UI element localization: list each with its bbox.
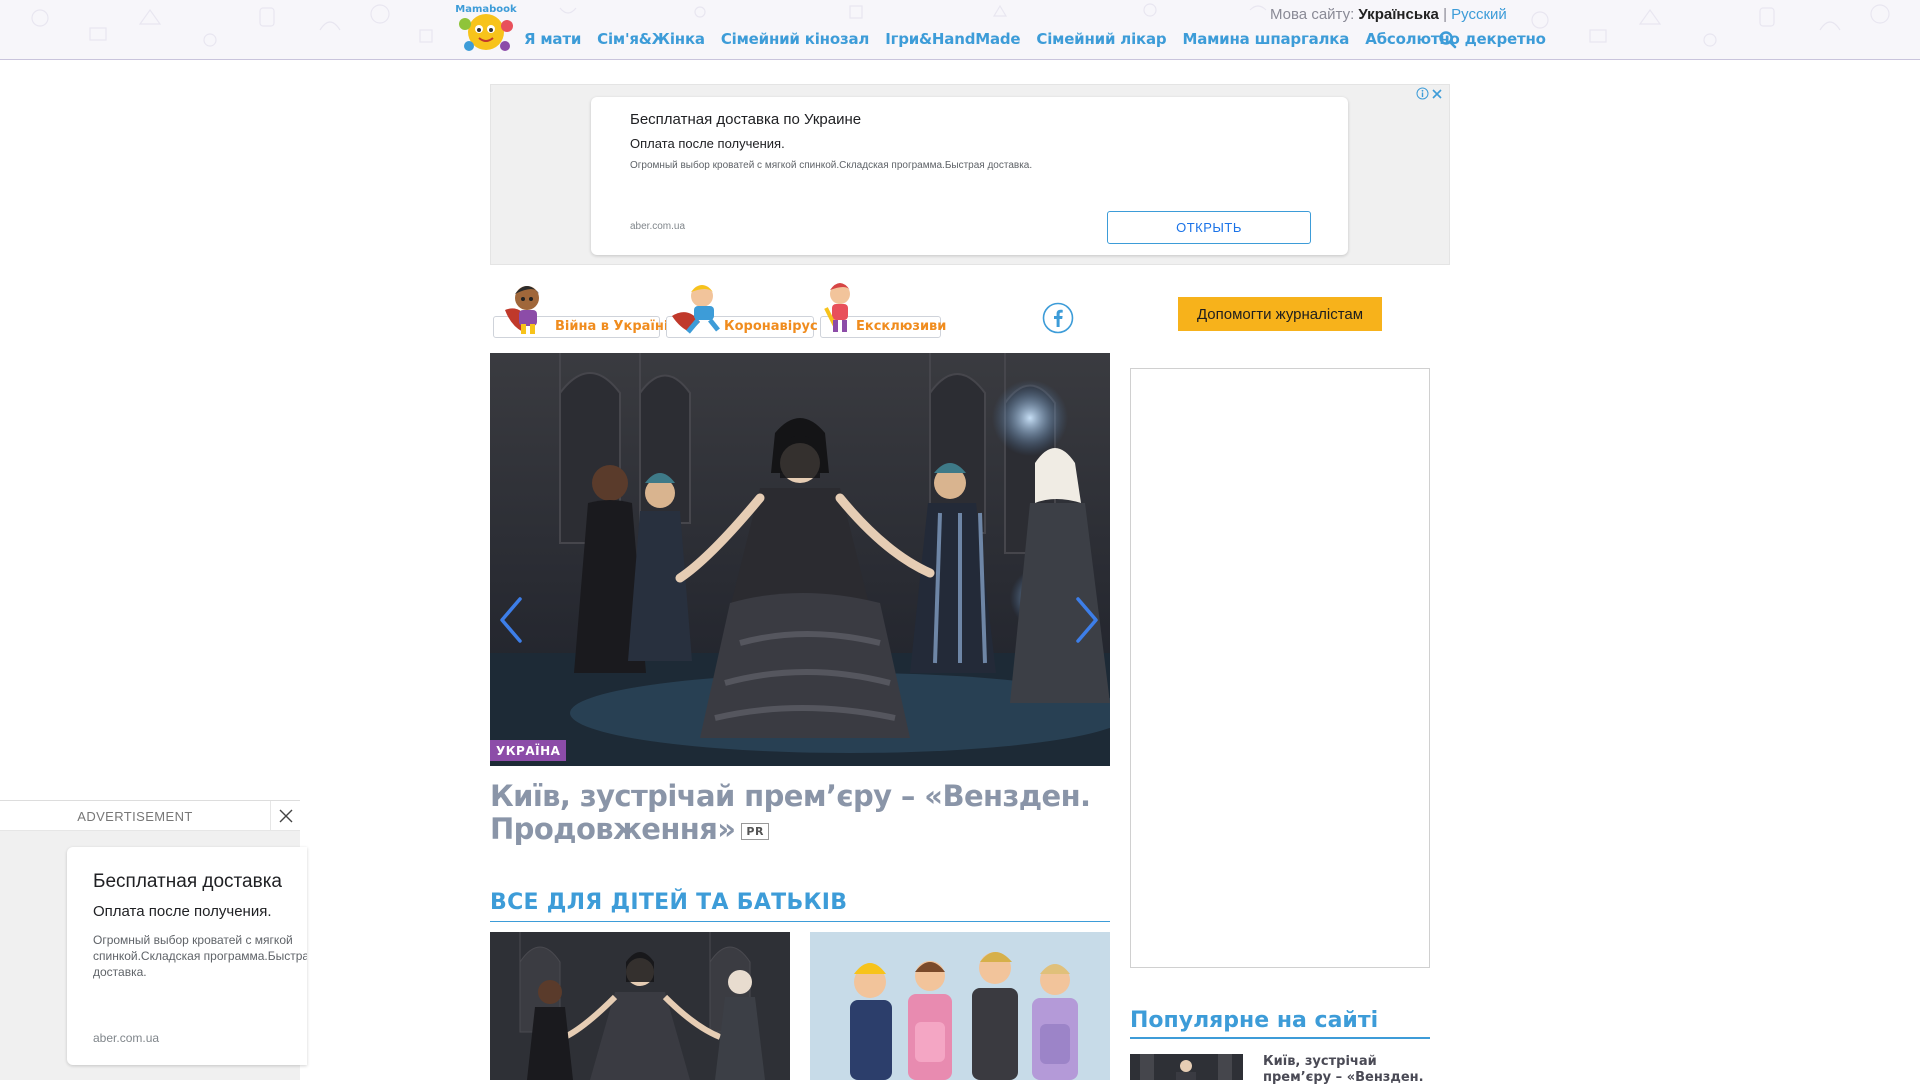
popular-item-title[interactable]: Київ, зустрічай прем’єру – «Вензден. [1263,1054,1433,1086]
superhero-girl-icon [505,286,539,334]
nav-item-shpargalka[interactable]: Мамина шпаргалка [1182,30,1349,48]
chevron-right-icon[interactable] [1072,595,1102,645]
ad-subtitle: Оплата после получения. [630,136,785,151]
sticky-ad-close-button[interactable] [270,801,300,831]
popular-title: Популярне на сайті [1130,1008,1430,1039]
language-separator: | [1443,6,1447,23]
nav-item-ya-maty[interactable]: Я мати [524,30,581,48]
sidebar-ad-slot[interactable] [1130,368,1430,968]
top-ad-card[interactable]: Бесплатная доставка по Украине Оплата по… [591,97,1348,255]
category-label: Війна в Україні [555,319,669,334]
category-war-in-ukraine[interactable]: Війна в Україні [493,280,668,340]
ad-open-button[interactable]: ОТКРЫТЬ [1107,211,1311,244]
sticky-ad: ADVERTISEMENT Бесплатная доставка Оплата… [0,800,307,1080]
popular-item-image [1130,1054,1243,1080]
article-thumbnail[interactable] [810,932,1110,1080]
sticky-ad-header: ADVERTISEMENT [0,801,300,831]
facebook-icon[interactable] [1042,302,1074,334]
hero-title-text[interactable]: Київ, зустрічай прем’єру – «Вензден. Про… [490,779,1091,846]
language-label: Мова сайту: [1270,6,1355,23]
nav-item-kinozal[interactable]: Сімейний кінозал [721,30,870,48]
sticky-ad-subtitle: Оплата после получения. [93,903,272,920]
site-header: Mamabook Мова сайту: Українська | Русски… [0,0,1920,60]
site-logo[interactable]: Mamabook [455,0,517,56]
language-current[interactable]: Українська [1358,6,1438,23]
hero-category-badge[interactable]: УКРАЇНА [490,740,567,761]
sticky-ad-description: Огромный выбор кроватей с мягкой спинкой… [93,933,307,979]
hero-image [490,353,1110,766]
pr-tag: PR [741,822,769,840]
close-icon[interactable] [271,801,301,831]
adchoices-icon[interactable] [1416,87,1429,100]
advertisement-label: ADVERTISEMENT [77,808,193,824]
nav-item-likar[interactable]: Сімейний лікар [1036,30,1166,48]
article-image [490,932,790,1080]
ad-domain[interactable]: aber.com.ua [630,221,685,232]
svg-text:Mamabook: Mamabook [455,4,517,15]
category-coronavirus[interactable]: Коронавірус [666,280,818,340]
sticky-ad-title[interactable]: Бесплатная доставка [93,871,282,893]
main-nav: Я мати Сім'я&Жінка Сімейний кінозал Ігри… [524,30,1562,48]
search-icon[interactable] [1438,30,1458,50]
section-title[interactable]: ВСЕ ДЛЯ ДІТЕЙ ТА БАТЬКІВ [490,890,1110,922]
nav-item-igry-handmade[interactable]: Ігри&HandMade [885,30,1020,48]
popular-item-thumbnail[interactable] [1130,1054,1243,1080]
sticky-ad-card[interactable]: Бесплатная доставка Оплата после получен… [67,847,307,1065]
article-image [810,932,1110,1080]
category-label: Ексклюзиви [856,319,947,334]
superhero-kid-icon [824,283,850,332]
ad-title[interactable]: Бесплатная доставка по Украине [630,111,861,128]
language-russian-link[interactable]: Русский [1451,6,1507,23]
sticky-ad-domain[interactable]: aber.com.ua [93,1031,159,1045]
article-thumbnail[interactable] [490,932,790,1080]
ad-description: Огромный выбор кроватей с мягкой спинкой… [630,160,1033,171]
help-journalists-button[interactable]: Допомогти журналістам [1178,297,1382,331]
language-switcher: Мова сайту: Українська | Русский [1270,6,1507,23]
hero-slider[interactable] [490,353,1110,766]
superhero-boy-icon [672,285,720,334]
category-label: Коронавірус [724,319,818,334]
category-exclusives[interactable]: Ексклюзиви [820,280,946,340]
close-icon[interactable] [1431,88,1443,100]
top-ad-banner: Бесплатная доставка по Украине Оплата по… [490,84,1450,265]
chevron-left-icon[interactable] [496,595,526,645]
nav-item-simya-zhinka[interactable]: Сім'я&Жінка [597,30,705,48]
hero-title[interactable]: Київ, зустрічай прем’єру – «Вензден. Про… [490,780,1110,846]
